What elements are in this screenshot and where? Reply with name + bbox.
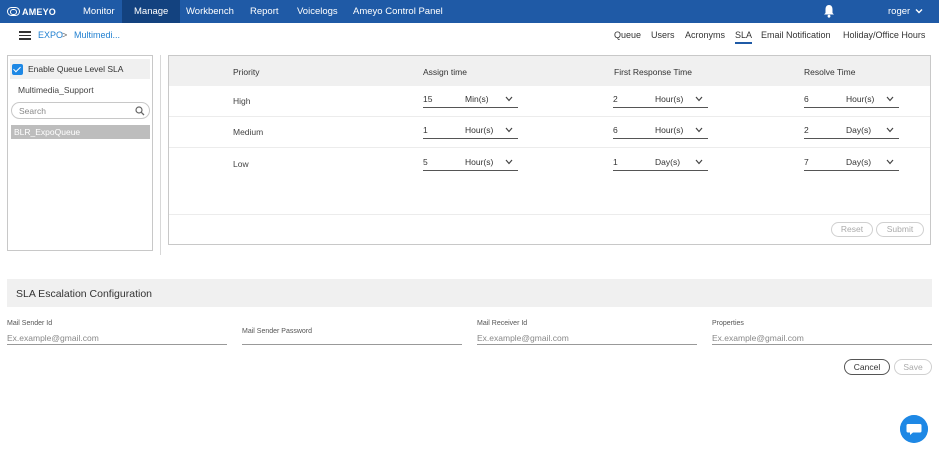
nav-item-voicelogs[interactable]: Voicelogs [285,0,350,23]
chevron-down-icon[interactable] [695,159,703,165]
first-response-value[interactable]: 6 [613,125,618,135]
chevron-down-icon[interactable] [886,96,894,102]
assign-time-value[interactable]: 15 [423,94,432,104]
cancel-button[interactable]: Cancel [844,359,890,375]
first-response-value[interactable]: 2 [613,94,618,104]
nav-item-ameyo-control-panel[interactable]: Ameyo Control Panel [341,0,455,23]
enable-queue-sla-row[interactable]: Enable Queue Level SLA [10,59,150,79]
column-header-first-response-time: First Response Time [614,67,692,77]
nav-item-report[interactable]: Report [238,0,291,23]
chevron-down-icon[interactable] [505,96,513,102]
reset-button[interactable]: Reset [831,222,873,237]
nav-item-monitor[interactable]: Monitor [71,0,127,23]
tab-holiday-office-hours[interactable]: Holiday/Office Hours [843,30,925,40]
tab-acronyms[interactable]: Acronyms [685,30,725,40]
queue-search-input[interactable] [19,105,129,116]
chevron-down-icon[interactable] [915,7,923,15]
resolve-time-select[interactable]: 7 Day(s) [804,157,899,171]
mail-sender-id-input[interactable] [7,331,227,345]
priority-label-low: Low [233,159,249,169]
top-nav-bar: AMEYO Monitor Manage Workbench Report Vo… [0,0,939,23]
chevron-down-icon[interactable] [505,127,513,133]
resolve-time-unit[interactable]: Hour(s) [846,94,874,104]
resolve-time-unit[interactable]: Day(s) [846,125,871,135]
nav-item-workbench[interactable]: Workbench [174,0,246,23]
save-button[interactable]: Save [894,359,932,375]
resolve-time-select[interactable]: 6 Hour(s) [804,94,899,108]
assign-time-select[interactable]: 5 Hour(s) [423,157,518,171]
search-icon[interactable] [135,106,145,116]
priority-label-high: High [233,96,251,106]
breadcrumb-current[interactable]: Multimedi... [74,30,120,40]
mail-receiver-id-input[interactable] [477,331,697,345]
panel-divider [160,55,161,255]
properties-label: Properties [712,320,744,327]
assign-time-unit[interactable]: Min(s) [465,94,489,104]
queue-search-box[interactable] [11,102,150,119]
assign-time-value[interactable]: 1 [423,125,428,135]
queue-panel: Enable Queue Level SLA Multimedia_Suppor… [7,55,153,251]
assign-time-unit[interactable]: Hour(s) [465,125,493,135]
resolve-time-value[interactable]: 6 [804,94,809,104]
resolve-time-select[interactable]: 2 Day(s) [804,125,899,139]
resolve-time-unit[interactable]: Day(s) [846,157,871,167]
chevron-down-icon[interactable] [886,127,894,133]
tab-queue[interactable]: Queue [614,30,641,40]
chat-bubble-icon[interactable] [900,415,928,443]
column-header-assign-time: Assign time [423,67,467,77]
assign-time-select[interactable]: 1 Hour(s) [423,125,518,139]
brand-name: AMEYO [22,6,57,17]
brand-logo[interactable]: AMEYO [7,6,56,17]
mail-receiver-id-label: Mail Receiver Id [477,320,528,327]
breadcrumb-root[interactable]: EXPO [38,30,63,40]
first-response-value[interactable]: 1 [613,157,618,167]
panel-footer-divider [169,214,930,215]
first-response-unit[interactable]: Hour(s) [655,125,683,135]
enable-queue-sla-label: Enable Queue Level SLA [28,64,124,74]
user-menu[interactable]: roger [888,0,910,23]
column-header-resolve-time: Resolve Time [804,67,856,77]
queue-group-name: Multimedia_Support [18,85,94,95]
column-header-priority: Priority [233,67,260,77]
first-response-time-select[interactable]: 1 Day(s) [613,157,708,171]
ameyo-logo-icon [7,7,20,16]
first-response-unit[interactable]: Day(s) [655,157,680,167]
bell-icon[interactable] [823,4,835,18]
sla-table: Priority Assign time First Response Time… [168,55,931,245]
assign-time-select[interactable]: 15 Min(s) [423,94,518,108]
enable-queue-sla-checkbox[interactable] [12,64,23,75]
first-response-time-select[interactable]: 2 Hour(s) [613,94,708,108]
escalation-section-header: SLA Escalation Configuration [7,279,932,307]
tab-sla[interactable]: SLA [735,30,753,44]
breadcrumb-separator: > [62,30,68,40]
sla-table-header: Priority Assign time First Response Time… [169,56,930,86]
nav-item-manage[interactable]: Manage [122,0,181,23]
chevron-down-icon[interactable] [886,159,894,165]
queue-list-item[interactable]: BLR_ExpoQueue [11,125,150,139]
row-divider [169,147,930,148]
escalation-title: SLA Escalation Configuration [16,288,153,300]
resolve-time-value[interactable]: 2 [804,125,809,135]
chevron-down-icon[interactable] [695,127,703,133]
first-response-unit[interactable]: Hour(s) [655,94,683,104]
hamburger-menu-icon[interactable] [19,31,31,40]
row-divider [169,116,930,117]
tab-users[interactable]: Users [651,30,675,40]
assign-time-unit[interactable]: Hour(s) [465,157,493,167]
mail-sender-id-label: Mail Sender Id [7,320,53,327]
resolve-time-value[interactable]: 7 [804,157,809,167]
tab-email-notification[interactable]: Email Notification [761,30,831,40]
first-response-time-select[interactable]: 6 Hour(s) [613,125,708,139]
assign-time-value[interactable]: 5 [423,157,428,167]
priority-label-medium: Medium [233,127,264,137]
submit-button[interactable]: Submit [876,222,924,237]
mail-sender-password-input[interactable] [242,331,462,345]
chevron-down-icon[interactable] [695,96,703,102]
chevron-down-icon[interactable] [505,159,513,165]
properties-input[interactable] [712,331,932,345]
